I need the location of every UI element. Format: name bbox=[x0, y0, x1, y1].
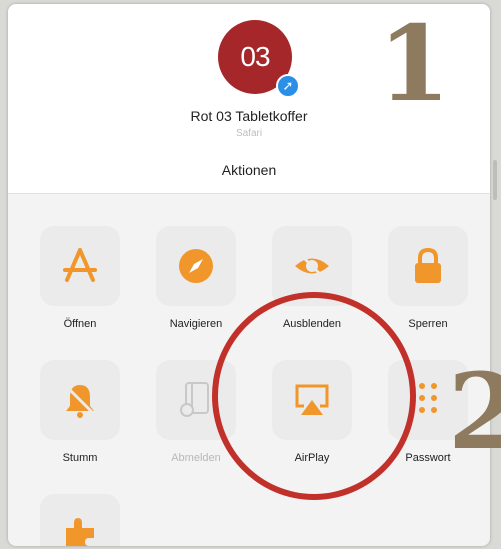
section-title: Aktionen bbox=[221, 162, 277, 178]
bell-slash-icon bbox=[64, 384, 96, 418]
annotation-number-2: 2 bbox=[448, 350, 501, 473]
highlight-circle bbox=[212, 292, 416, 500]
eye-slash-icon bbox=[295, 252, 329, 280]
scrollbar[interactable] bbox=[493, 160, 497, 200]
puzzle-icon bbox=[66, 518, 94, 546]
action-navigate-label: Navigieren bbox=[169, 318, 223, 330]
device-icon bbox=[180, 382, 209, 417]
safari-compass-icon: ➚ bbox=[276, 74, 300, 98]
annotation-number-1: 1 bbox=[378, 2, 451, 125]
action-navigate-button[interactable] bbox=[156, 226, 236, 306]
lock-icon bbox=[415, 247, 441, 283]
compass-icon bbox=[179, 249, 213, 283]
action-open-button[interactable] bbox=[40, 226, 120, 306]
device-subtitle: Safari bbox=[235, 128, 263, 139]
action-mute-label: Stumm bbox=[62, 452, 98, 464]
app-store-icon bbox=[63, 248, 97, 282]
action-open-label: Öffnen bbox=[63, 318, 97, 330]
action-extension-button[interactable] bbox=[40, 494, 120, 546]
action-mute-button[interactable] bbox=[40, 360, 120, 440]
action-lock-button[interactable] bbox=[388, 226, 468, 306]
